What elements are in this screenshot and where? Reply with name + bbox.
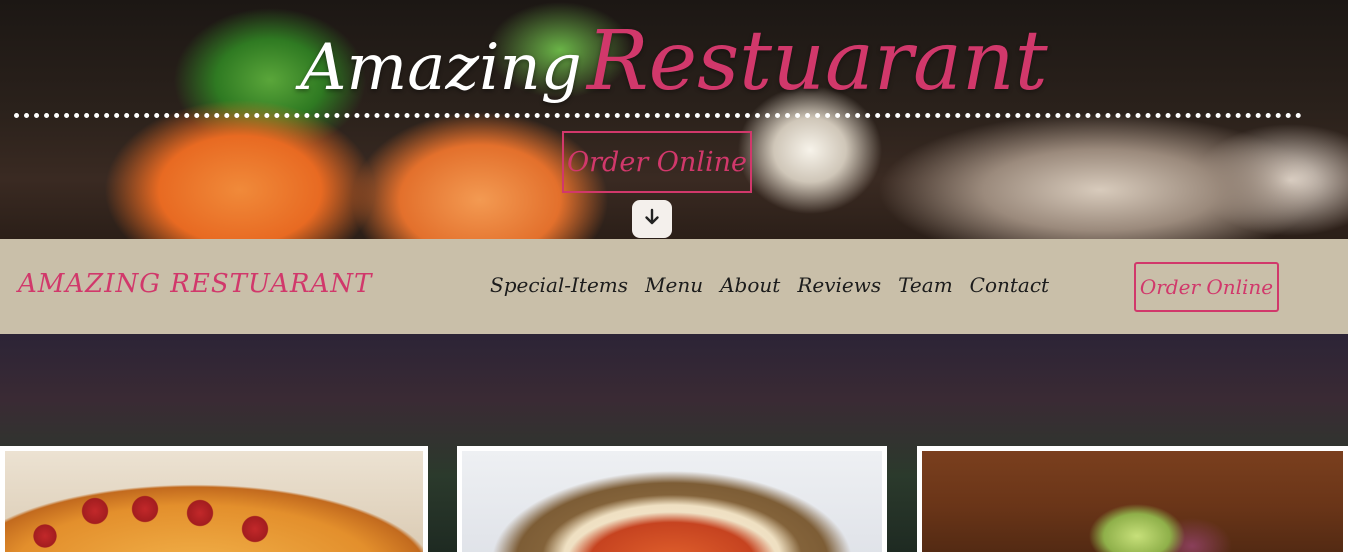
hero-title-part1: Amazing [300,31,582,105]
special-item-card-pizza[interactable] [0,446,428,552]
special-item-card-salad[interactable] [917,446,1348,552]
nav-link-about[interactable]: About [720,273,780,303]
nav-links: Special-Items Menu About Reviews Team Co… [490,273,1049,303]
nav-link-team[interactable]: Team [898,273,953,303]
pasta-bake-image [462,451,882,552]
nav-link-reviews[interactable]: Reviews [797,273,881,303]
nav-link-contact[interactable]: Contact [970,273,1049,303]
special-item-card-pasta-bake[interactable] [457,446,887,552]
nav-order-online-button[interactable]: Order Online [1134,262,1279,312]
scroll-down-button[interactable] [632,200,672,238]
hero-order-online-button[interactable]: Order Online [562,131,752,193]
hero-title: Amazing Restuarant [0,14,1348,110]
pizza-image [5,451,423,552]
hero-banner: Amazing Restuarant Order Online [0,0,1348,239]
hero-dotted-divider [14,113,1302,118]
brand-logo-text[interactable]: AMAZING RESTUARANT [18,269,372,305]
salad-image [922,451,1343,552]
page: Amazing Restuarant Order Online AMAZING … [0,0,1348,552]
hero-title-part2: Restuarant [586,14,1048,109]
arrow-down-icon [643,208,661,230]
nav-link-special-items[interactable]: Special-Items [490,273,628,303]
nav-link-menu[interactable]: Menu [645,273,703,303]
main-navbar: AMAZING RESTUARANT Special-Items Menu Ab… [0,239,1348,334]
